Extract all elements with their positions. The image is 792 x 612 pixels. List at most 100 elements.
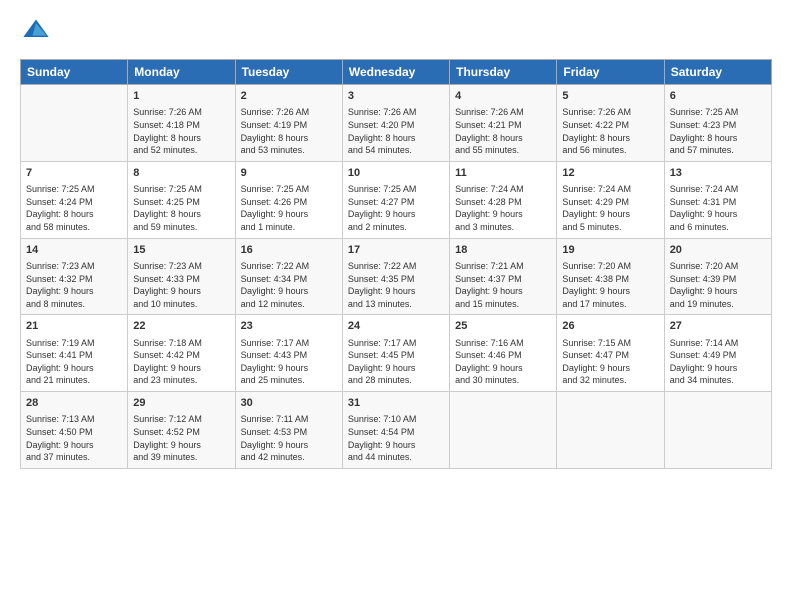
calendar-cell: 3 Sunrise: 7:26 AMSunset: 4:20 PMDaylight… [342, 85, 449, 162]
day-number: 8 [133, 166, 229, 181]
calendar-cell: 30Sunrise: 7:11 AMSunset: 4:53 PMDayligh… [235, 392, 342, 469]
day-content: Sunrise: 7:25 AMSunset: 4:24 PMDaylight:… [26, 183, 122, 233]
day-number: 25 [455, 319, 551, 334]
day-content: Sunrise: 7:25 AMSunset: 4:25 PMDaylight:… [133, 183, 229, 233]
day-number: 15 [133, 243, 229, 258]
calendar-cell: 15 Sunrise: 7:23 AMSunset: 4:33 PMDayligh… [128, 238, 235, 315]
calendar-cell: 16 Sunrise: 7:22 AMSunset: 4:34 PMDayligh… [235, 238, 342, 315]
calendar-cell: 8 Sunrise: 7:25 AMSunset: 4:25 PMDaylight… [128, 161, 235, 238]
day-content: Sunrise: 7:18 AMSunset: 4:42 PMDaylight:… [133, 337, 229, 387]
calendar-cell [21, 85, 128, 162]
day-content: Sunrise: 7:13 AMSunset: 4:50 PMDaylight:… [26, 413, 122, 463]
day-number: 7 [26, 166, 122, 181]
day-number: 6 [670, 89, 766, 104]
calendar-cell: 24 Sunrise: 7:17 AMSunset: 4:45 PMDayligh… [342, 315, 449, 392]
day-number: 5 [562, 89, 658, 104]
calendar-cell: 9 Sunrise: 7:25 AMSunset: 4:26 PMDaylight… [235, 161, 342, 238]
week-row-0: 1 Sunrise: 7:26 AMSunset: 4:18 PMDaylight… [21, 85, 772, 162]
logo-icon [22, 16, 50, 44]
day-number: 29 [133, 396, 229, 411]
day-number: 9 [241, 166, 337, 181]
day-number: 16 [241, 243, 337, 258]
weekday-header-tuesday: Tuesday [235, 60, 342, 85]
day-content: Sunrise: 7:14 AMSunset: 4:49 PMDaylight:… [670, 337, 766, 387]
week-row-1: 7 Sunrise: 7:25 AMSunset: 4:24 PMDaylight… [21, 161, 772, 238]
day-number: 22 [133, 319, 229, 334]
day-content: Sunrise: 7:22 AMSunset: 4:34 PMDaylight:… [241, 260, 337, 310]
day-number: 13 [670, 166, 766, 181]
calendar-cell: 10 Sunrise: 7:25 AMSunset: 4:27 PMDayligh… [342, 161, 449, 238]
calendar-cell: 21Sunrise: 7:19 AMSunset: 4:41 PMDayligh… [21, 315, 128, 392]
day-number: 17 [348, 243, 444, 258]
day-number: 19 [562, 243, 658, 258]
calendar-cell: 13Sunrise: 7:24 AMSunset: 4:31 PMDayligh… [664, 161, 771, 238]
day-number: 27 [670, 319, 766, 334]
day-content: Sunrise: 7:26 AMSunset: 4:20 PMDaylight:… [348, 106, 444, 156]
weekday-header-monday: Monday [128, 60, 235, 85]
calendar-cell: 19Sunrise: 7:20 AMSunset: 4:38 PMDayligh… [557, 238, 664, 315]
day-number: 3 [348, 89, 444, 104]
day-content: Sunrise: 7:19 AMSunset: 4:41 PMDaylight:… [26, 337, 122, 387]
calendar-cell: 2 Sunrise: 7:26 AMSunset: 4:19 PMDaylight… [235, 85, 342, 162]
day-content: Sunrise: 7:15 AMSunset: 4:47 PMDaylight:… [562, 337, 658, 387]
day-content: Sunrise: 7:16 AMSunset: 4:46 PMDaylight:… [455, 337, 551, 387]
weekday-header-sunday: Sunday [21, 60, 128, 85]
day-number: 28 [26, 396, 122, 411]
week-row-4: 28 Sunrise: 7:13 AMSunset: 4:50 PMDayligh… [21, 392, 772, 469]
calendar-cell: 25 Sunrise: 7:16 AMSunset: 4:46 PMDayligh… [450, 315, 557, 392]
page: SundayMondayTuesdayWednesdayThursdayFrid… [0, 0, 792, 612]
calendar-cell [664, 392, 771, 469]
calendar-cell: 31 Sunrise: 7:10 AMSunset: 4:54 PMDayligh… [342, 392, 449, 469]
day-number: 2 [241, 89, 337, 104]
day-content: Sunrise: 7:26 AMSunset: 4:19 PMDaylight:… [241, 106, 337, 156]
day-number: 11 [455, 166, 551, 181]
day-number: 1 [133, 89, 229, 104]
week-row-3: 21Sunrise: 7:19 AMSunset: 4:41 PMDayligh… [21, 315, 772, 392]
weekday-header-row: SundayMondayTuesdayWednesdayThursdayFrid… [21, 60, 772, 85]
day-content: Sunrise: 7:23 AMSunset: 4:32 PMDaylight:… [26, 260, 122, 310]
day-number: 14 [26, 243, 122, 258]
day-number: 10 [348, 166, 444, 181]
weekday-header-thursday: Thursday [450, 60, 557, 85]
day-content: Sunrise: 7:17 AMSunset: 4:45 PMDaylight:… [348, 337, 444, 387]
day-content: Sunrise: 7:24 AMSunset: 4:28 PMDaylight:… [455, 183, 551, 233]
day-content: Sunrise: 7:25 AMSunset: 4:26 PMDaylight:… [241, 183, 337, 233]
calendar-cell: 7 Sunrise: 7:25 AMSunset: 4:24 PMDaylight… [21, 161, 128, 238]
day-number: 18 [455, 243, 551, 258]
calendar-cell: 6 Sunrise: 7:25 AMSunset: 4:23 PMDaylight… [664, 85, 771, 162]
weekday-header-saturday: Saturday [664, 60, 771, 85]
day-number: 24 [348, 319, 444, 334]
calendar-cell: 23Sunrise: 7:17 AMSunset: 4:43 PMDayligh… [235, 315, 342, 392]
header [20, 16, 772, 49]
day-number: 12 [562, 166, 658, 181]
calendar-cell [450, 392, 557, 469]
day-content: Sunrise: 7:23 AMSunset: 4:33 PMDaylight:… [133, 260, 229, 310]
day-content: Sunrise: 7:20 AMSunset: 4:39 PMDaylight:… [670, 260, 766, 310]
day-content: Sunrise: 7:26 AMSunset: 4:18 PMDaylight:… [133, 106, 229, 156]
calendar-cell: 26Sunrise: 7:15 AMSunset: 4:47 PMDayligh… [557, 315, 664, 392]
calendar-cell: 20 Sunrise: 7:20 AMSunset: 4:39 PMDayligh… [664, 238, 771, 315]
day-content: Sunrise: 7:24 AMSunset: 4:29 PMDaylight:… [562, 183, 658, 233]
week-row-2: 14 Sunrise: 7:23 AMSunset: 4:32 PMDayligh… [21, 238, 772, 315]
day-content: Sunrise: 7:26 AMSunset: 4:22 PMDaylight:… [562, 106, 658, 156]
day-content: Sunrise: 7:25 AMSunset: 4:23 PMDaylight:… [670, 106, 766, 156]
weekday-header-wednesday: Wednesday [342, 60, 449, 85]
day-content: Sunrise: 7:26 AMSunset: 4:21 PMDaylight:… [455, 106, 551, 156]
calendar-cell: 18Sunrise: 7:21 AMSunset: 4:37 PMDayligh… [450, 238, 557, 315]
day-content: Sunrise: 7:10 AMSunset: 4:54 PMDaylight:… [348, 413, 444, 463]
day-number: 4 [455, 89, 551, 104]
day-content: Sunrise: 7:22 AMSunset: 4:35 PMDaylight:… [348, 260, 444, 310]
logo [20, 16, 50, 49]
weekday-header-friday: Friday [557, 60, 664, 85]
day-content: Sunrise: 7:11 AMSunset: 4:53 PMDaylight:… [241, 413, 337, 463]
calendar-cell: 4 Sunrise: 7:26 AMSunset: 4:21 PMDaylight… [450, 85, 557, 162]
day-content: Sunrise: 7:25 AMSunset: 4:27 PMDaylight:… [348, 183, 444, 233]
calendar-table: SundayMondayTuesdayWednesdayThursdayFrid… [20, 59, 772, 469]
calendar-cell: 14 Sunrise: 7:23 AMSunset: 4:32 PMDayligh… [21, 238, 128, 315]
day-number: 31 [348, 396, 444, 411]
day-number: 20 [670, 243, 766, 258]
calendar-cell: 5 Sunrise: 7:26 AMSunset: 4:22 PMDaylight… [557, 85, 664, 162]
calendar-cell [557, 392, 664, 469]
day-content: Sunrise: 7:12 AMSunset: 4:52 PMDaylight:… [133, 413, 229, 463]
day-content: Sunrise: 7:17 AMSunset: 4:43 PMDaylight:… [241, 337, 337, 387]
